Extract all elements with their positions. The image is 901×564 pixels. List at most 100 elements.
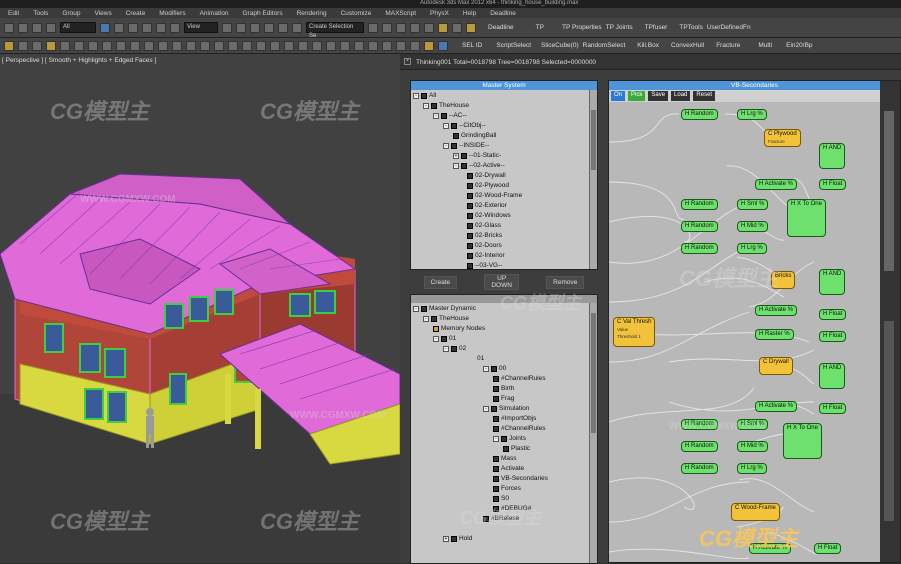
selection-filter-dropdown[interactable]: All: [60, 22, 96, 33]
menu-views[interactable]: Views: [94, 10, 111, 17]
toolbar-tpfuser[interactable]: TPfuser: [645, 24, 668, 31]
layer-icon[interactable]: [396, 22, 406, 33]
tool-icon[interactable]: [60, 40, 70, 51]
node-h-raster[interactable]: H Raster %: [755, 329, 794, 340]
toolbar-multi[interactable]: Multi: [758, 42, 772, 49]
close-icon[interactable]: ×: [404, 58, 411, 65]
tool-icon[interactable]: [74, 40, 84, 51]
node-h-lrg[interactable]: H Lrg %: [737, 463, 767, 474]
vb-pick-button[interactable]: Pick: [628, 91, 646, 101]
toolbar-randomselect[interactable]: RandomSelect: [583, 42, 626, 49]
rect-select-icon[interactable]: [128, 22, 138, 33]
tree-item[interactable]: + Hold: [443, 535, 472, 542]
node-h-random[interactable]: H Random: [681, 109, 718, 120]
vb-load-button[interactable]: Load: [671, 91, 691, 101]
menu-rendering[interactable]: Rendering: [297, 10, 327, 17]
menu-tools[interactable]: Tools: [33, 10, 48, 17]
down-button[interactable]: DOWN: [491, 282, 512, 289]
percent-snap-icon[interactable]: [278, 22, 288, 33]
menu-animation[interactable]: Animation: [200, 10, 229, 17]
spinner-snap-icon[interactable]: [292, 22, 302, 33]
menu-group[interactable]: Group: [62, 10, 80, 17]
node-h-x-to-one[interactable]: H X To One: [783, 423, 822, 459]
node-h-random[interactable]: H Random: [681, 221, 718, 232]
viewport-label[interactable]: [ Perspective ] [ Smooth + Highlights + …: [2, 57, 156, 64]
snap-icon[interactable]: [250, 22, 260, 33]
up-button[interactable]: UP: [491, 275, 512, 282]
tree-item[interactable]: -00: [483, 365, 506, 372]
tree-item[interactable]: Activate: [493, 465, 524, 472]
tree-item[interactable]: -02: [443, 345, 466, 352]
tree-item[interactable]: GrindingBall: [453, 132, 496, 139]
menu-modifiers[interactable]: Modifiers: [159, 10, 185, 17]
node-h-activate[interactable]: H Activate %: [755, 179, 798, 190]
tree-item[interactable]: S0: [493, 495, 509, 502]
vb-save-button[interactable]: Save: [648, 91, 669, 101]
vb-scrollbar[interactable]: [884, 111, 894, 271]
collapse-icon[interactable]: -: [483, 365, 489, 372]
node-c-val-thresh[interactable]: C Val Thresh Value Threshold 1: [613, 317, 656, 347]
tool-icon[interactable]: [368, 40, 378, 51]
reference-coord-dropdown[interactable]: View: [184, 22, 218, 33]
tool-icon[interactable]: [158, 40, 168, 51]
menu-deadline[interactable]: Deadline: [490, 10, 516, 17]
toolbar-deadline[interactable]: Deadline: [488, 24, 514, 31]
perspective-viewport[interactable]: [ Perspective ] [ Smooth + Highlights + …: [0, 54, 400, 563]
toolbar-tp-properties[interactable]: TP Properties: [562, 24, 602, 31]
node-h-float[interactable]: H Float: [819, 403, 847, 414]
tool-icon[interactable]: [438, 40, 448, 51]
node-h-random[interactable]: H Random: [681, 199, 718, 210]
tree-item[interactable]: - Master Dynamic: [413, 305, 476, 312]
create-button[interactable]: Create: [423, 275, 458, 289]
rotate-icon[interactable]: [156, 22, 166, 33]
material-editor-icon[interactable]: [438, 22, 448, 33]
tree-item[interactable]: 02-Drywall: [467, 172, 506, 179]
tool-icon[interactable]: [396, 40, 406, 51]
tool-icon[interactable]: [102, 40, 112, 51]
toolbar-tp[interactable]: TP: [536, 24, 544, 31]
link-icon[interactable]: [32, 22, 42, 33]
collapse-icon[interactable]: -: [443, 345, 449, 352]
align-icon[interactable]: [382, 22, 392, 33]
tree-item[interactable]: - --CitObj--: [443, 122, 486, 129]
collapse-icon[interactable]: -: [493, 435, 499, 442]
menu-help[interactable]: Help: [463, 10, 476, 17]
tool-icon[interactable]: [144, 40, 154, 51]
node-h-and[interactable]: H AND: [819, 143, 846, 169]
vb-secondaries-editor[interactable]: VB-Secondaries On Pick Save Load Reset H…: [608, 80, 901, 563]
toolbar-slicecube[interactable]: SliceCube(0): [541, 42, 579, 49]
tree-item[interactable]: --03-VG--: [467, 262, 502, 269]
node-c-wood-frame[interactable]: C Wood-Frame: [731, 503, 780, 521]
select-icon[interactable]: [100, 22, 110, 33]
tree-item[interactable]: Mass: [493, 455, 517, 462]
node-c-plywood[interactable]: C Plywood Fracture: [764, 129, 801, 147]
tree-item[interactable]: - TheHouse: [423, 102, 469, 109]
collapse-icon[interactable]: -: [413, 305, 419, 312]
node-h-activate[interactable]: H Activate %: [755, 401, 798, 412]
toolbar-tp-joints[interactable]: TP Joints: [606, 24, 633, 31]
collapse-icon[interactable]: -: [483, 405, 489, 412]
menu-create[interactable]: Create: [126, 10, 146, 17]
curve-editor-icon[interactable]: [410, 22, 420, 33]
tree-item[interactable]: #ImportObjs: [493, 415, 536, 422]
menu-graph-editors[interactable]: Graph Editors: [243, 10, 283, 17]
tool-icon[interactable]: [270, 40, 280, 51]
scale-icon[interactable]: [170, 22, 180, 33]
tree-item[interactable]: 02-Wood-Frame: [467, 192, 522, 199]
vb-reset-button[interactable]: Reset: [693, 91, 716, 101]
tool-icon[interactable]: [88, 40, 98, 51]
node-h-sml[interactable]: H Sml %: [737, 199, 769, 210]
unlink-icon[interactable]: [46, 22, 56, 33]
mirror-icon[interactable]: [368, 22, 378, 33]
redo-icon[interactable]: [18, 22, 28, 33]
render-setup-icon[interactable]: [452, 22, 462, 33]
angle-snap-icon[interactable]: [264, 22, 274, 33]
node-h-and[interactable]: H AND: [819, 269, 846, 295]
node-h-mid[interactable]: H Mid %: [737, 221, 768, 232]
scrollbar[interactable]: [589, 303, 597, 563]
tool-icon[interactable]: [326, 40, 336, 51]
tool-icon[interactable]: [32, 40, 42, 51]
tree-item[interactable]: 01: [477, 355, 484, 362]
node-h-random[interactable]: H Random: [681, 463, 718, 474]
tree-item[interactable]: + --01-Static-: [453, 152, 501, 159]
